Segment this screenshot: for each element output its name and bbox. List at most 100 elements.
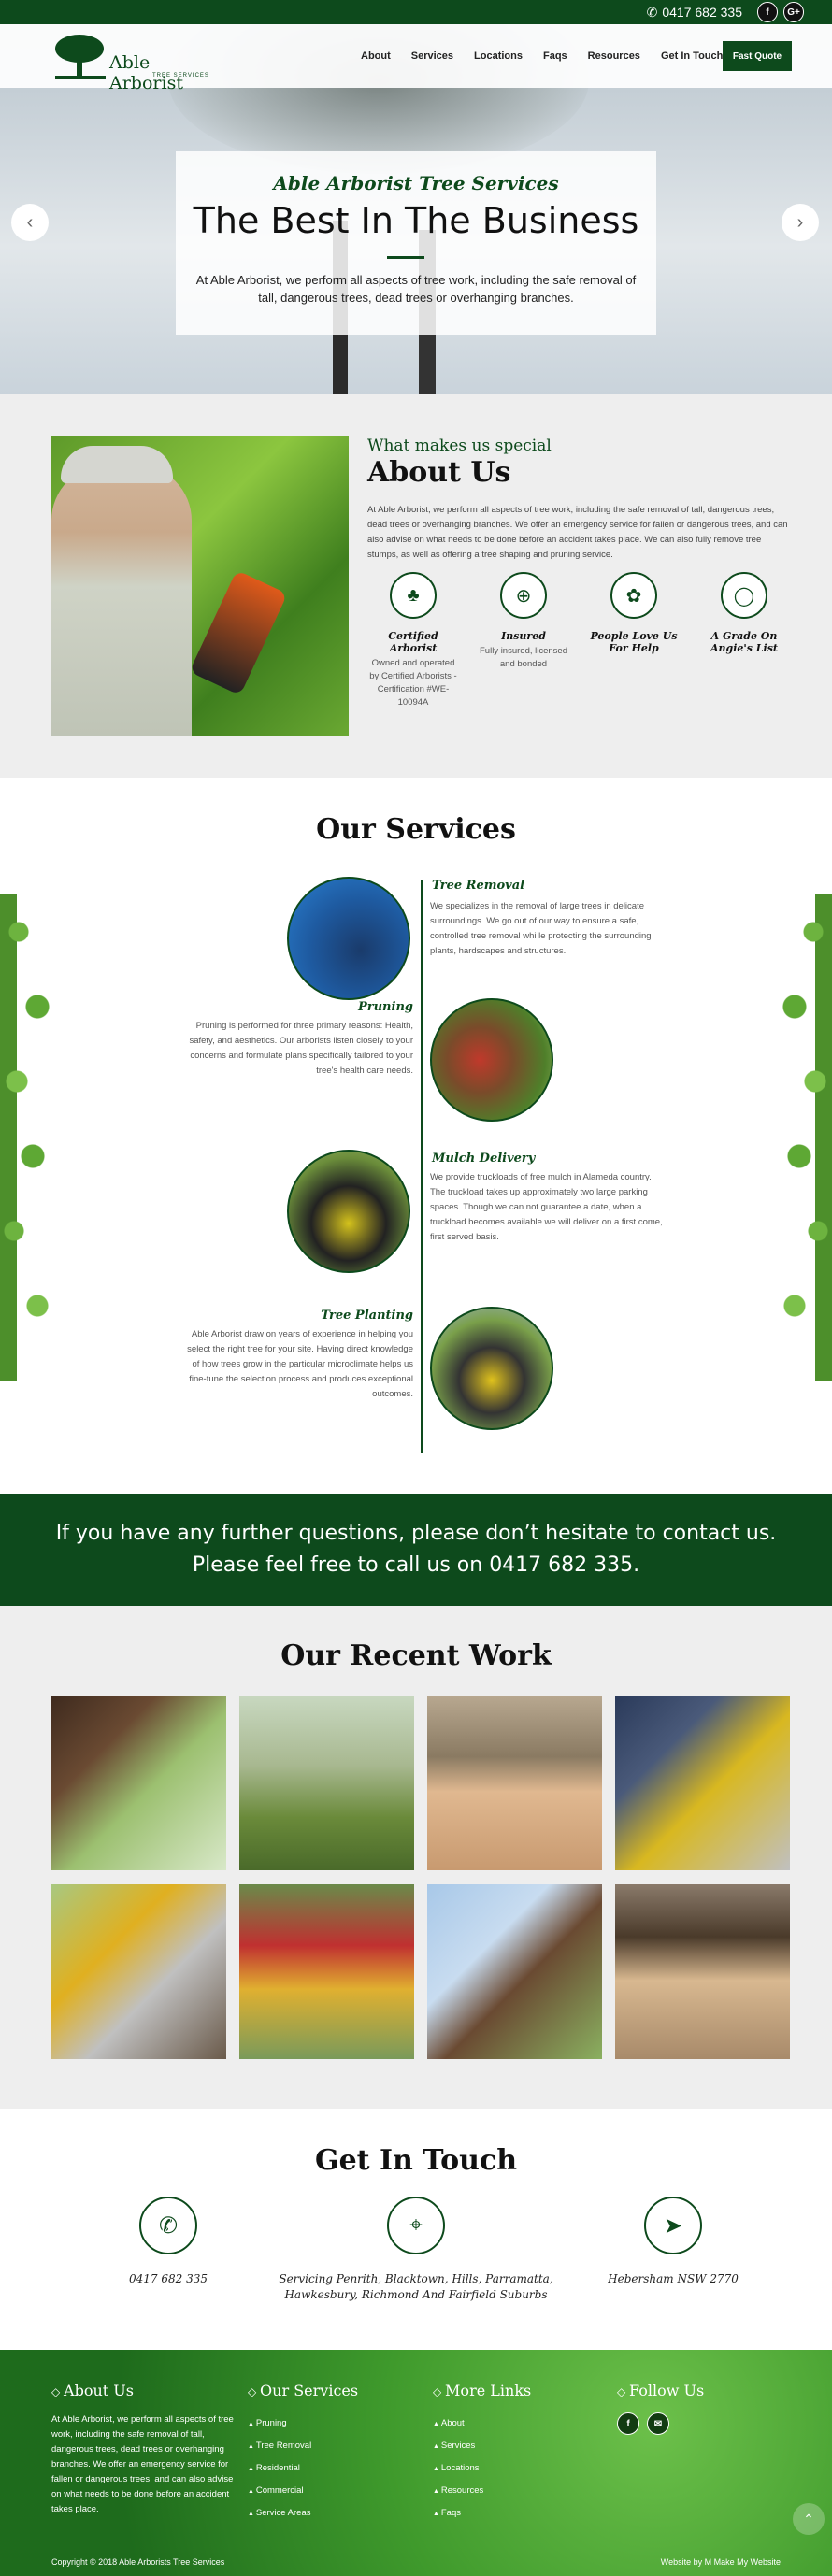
footer-link[interactable]: Faqs: [433, 2502, 531, 2525]
cta-text: If you have any further questions, pleas…: [55, 1522, 777, 1577]
nav-locations[interactable]: Locations: [464, 50, 533, 62]
services-timeline: [421, 880, 423, 1453]
nav-resources[interactable]: Resources: [578, 50, 651, 62]
fast-quote-button[interactable]: Fast Quote: [723, 41, 792, 71]
copyright: Copyright © 2018 Able Arborists Tree Ser…: [51, 2557, 225, 2567]
service-text: We provide truckloads of free mulch in A…: [430, 1172, 663, 1242]
feature-title: People Love Us For Help: [590, 630, 678, 654]
topbar-phone-number: 0417 682 335: [662, 5, 742, 20]
tree-removal-image: [287, 877, 410, 1000]
site-logo[interactable]: Able Arborist TREE SERVICES: [51, 32, 220, 93]
map-pin-icon: ⌖: [387, 2197, 445, 2254]
service-text: Able Arborist draw on years of experienc…: [187, 1329, 413, 1399]
recent-work-title: Our Recent Work: [280, 1639, 552, 1672]
slider-next-arrow-icon[interactable]: ›: [782, 204, 819, 241]
contact-section: Get In Touch ✆ 0417 682 335 ⌖ Servicing …: [0, 2109, 832, 2350]
footer-service-link[interactable]: Pruning: [248, 2412, 358, 2435]
phone-icon: ✆: [646, 4, 658, 20]
footer-link[interactable]: Locations: [433, 2457, 531, 2480]
website-credit[interactable]: Website by M Make My Website: [661, 2557, 781, 2567]
feature-certified: ♣ Certified Arborist Owned and operated …: [368, 572, 458, 709]
service-text: We specializes in the removal of large t…: [430, 901, 652, 956]
site-footer: About Us At Able Arborist, we perform al…: [0, 2350, 832, 2576]
nav-faqs[interactable]: Faqs: [533, 50, 578, 62]
topbar-phone-link[interactable]: ✆ 0417 682 335: [647, 5, 742, 21]
mulch-delivery-image: [287, 1150, 410, 1273]
footer-services-title: Our Services: [248, 2382, 358, 2399]
feature-people-love: ✿ People Love Us For Help: [589, 572, 679, 657]
facebook-icon[interactable]: f: [757, 2, 778, 22]
facebook-icon[interactable]: f: [617, 2412, 639, 2435]
gallery-image[interactable]: [615, 1696, 790, 1870]
feature-angies-list: ◯ A Grade On Angie's List: [699, 572, 789, 657]
hero-underline: [387, 256, 424, 259]
service-title: Tree Planting: [321, 1309, 413, 1323]
hero-caption: Able Arborist Tree Services The Best In …: [176, 151, 656, 335]
main-nav: About Services Locations Faqs Resources …: [351, 24, 733, 88]
about-text: At Able Arborist, we perform all aspects…: [367, 505, 788, 560]
gallery-image[interactable]: [239, 1696, 414, 1870]
email-icon[interactable]: ✉: [647, 2412, 669, 2435]
footer-service-link[interactable]: Commercial: [248, 2480, 358, 2502]
lifebuoy-icon: ⊕: [500, 572, 547, 619]
tree-planting-image: [430, 1307, 553, 1430]
hero-kicker: Able Arborist Tree Services: [273, 172, 559, 194]
hero-title: The Best In The Business: [193, 200, 639, 241]
footer-service-link[interactable]: Residential: [248, 2457, 358, 2480]
footer-link[interactable]: About: [433, 2412, 531, 2435]
service-title: Tree Removal: [432, 879, 525, 893]
contact-areas: ⌖ Servicing Penrith, Blacktown, Hills, P…: [276, 2197, 556, 2303]
feature-text: Fully insured, licensed and bonded: [480, 646, 567, 669]
gallery-image[interactable]: [51, 1696, 226, 1870]
gallery-image[interactable]: [615, 1884, 790, 2059]
contact-areas-text: Servicing Penrith, Blacktown, Hills, Par…: [279, 2272, 553, 2301]
footer-about-title: About Us: [51, 2382, 234, 2399]
services-section: Our Services Tree Removal We specializes…: [0, 778, 832, 1494]
footer-follow-title: Follow Us: [617, 2382, 704, 2399]
vine-decoration-right: [767, 894, 832, 1381]
top-bar: ✆ 0417 682 335 f G+: [0, 0, 832, 24]
pruning-image: [430, 998, 553, 1122]
service-text: Pruning is performed for three primary r…: [189, 1021, 413, 1076]
gallery-image[interactable]: [427, 1696, 602, 1870]
footer-services: Our Services Pruning Tree Removal Reside…: [248, 2382, 358, 2525]
nav-services[interactable]: Services: [401, 50, 464, 62]
arborist-figure: [51, 465, 192, 736]
flower-icon: ✿: [610, 572, 657, 619]
footer-service-link[interactable]: Tree Removal: [248, 2435, 358, 2457]
footer-link[interactable]: Services: [433, 2435, 531, 2457]
feature-title: Certified Arborist: [388, 630, 438, 654]
hedge-trimmer: [189, 569, 288, 696]
service-title: Pruning: [357, 1000, 413, 1014]
nav-about[interactable]: About: [351, 50, 401, 62]
phone-icon: ✆: [139, 2197, 197, 2254]
tree-icon: ♣: [390, 572, 437, 619]
about-section: What makes us special About Us At Able A…: [0, 394, 832, 778]
about-photo: [51, 436, 349, 736]
recent-work-section: Our Recent Work: [0, 1606, 832, 2109]
tree-logo-icon: [55, 35, 106, 79]
logo-subtitle: TREE SERVICES: [152, 73, 209, 79]
gallery-image[interactable]: [427, 1884, 602, 2059]
vine-decoration-left: [0, 894, 65, 1381]
contact-address-text: Hebersham NSW 2770: [608, 2272, 739, 2285]
google-plus-icon[interactable]: G+: [783, 2, 804, 22]
gallery-image[interactable]: [51, 1884, 226, 2059]
location-arrow-icon: ➤: [644, 2197, 702, 2254]
service-title: Mulch Delivery: [432, 1152, 536, 1166]
footer-links-title: More Links: [433, 2382, 531, 2399]
gallery-image[interactable]: [239, 1884, 414, 2059]
footer-link[interactable]: Resources: [433, 2480, 531, 2502]
nav-get-in-touch[interactable]: Get In Touch: [651, 50, 733, 62]
slider-prev-arrow-icon[interactable]: ‹: [11, 204, 49, 241]
footer-follow: Follow Us f ✉: [617, 2382, 704, 2435]
contact-phone[interactable]: ✆ 0417 682 335: [28, 2197, 308, 2287]
work-gallery: [51, 1696, 792, 2059]
footer-service-link[interactable]: Service Areas: [248, 2502, 358, 2525]
scroll-to-top-icon[interactable]: ⌃: [793, 2503, 825, 2535]
feature-text: Owned and operated by Certified Arborist…: [369, 658, 457, 708]
footer-links: More Links About Services Locations Reso…: [433, 2382, 531, 2525]
services-title: Our Services: [316, 813, 516, 846]
footer-about: About Us At Able Arborist, we perform al…: [51, 2382, 234, 2517]
contact-address: ➤ Hebersham NSW 2770: [533, 2197, 813, 2287]
